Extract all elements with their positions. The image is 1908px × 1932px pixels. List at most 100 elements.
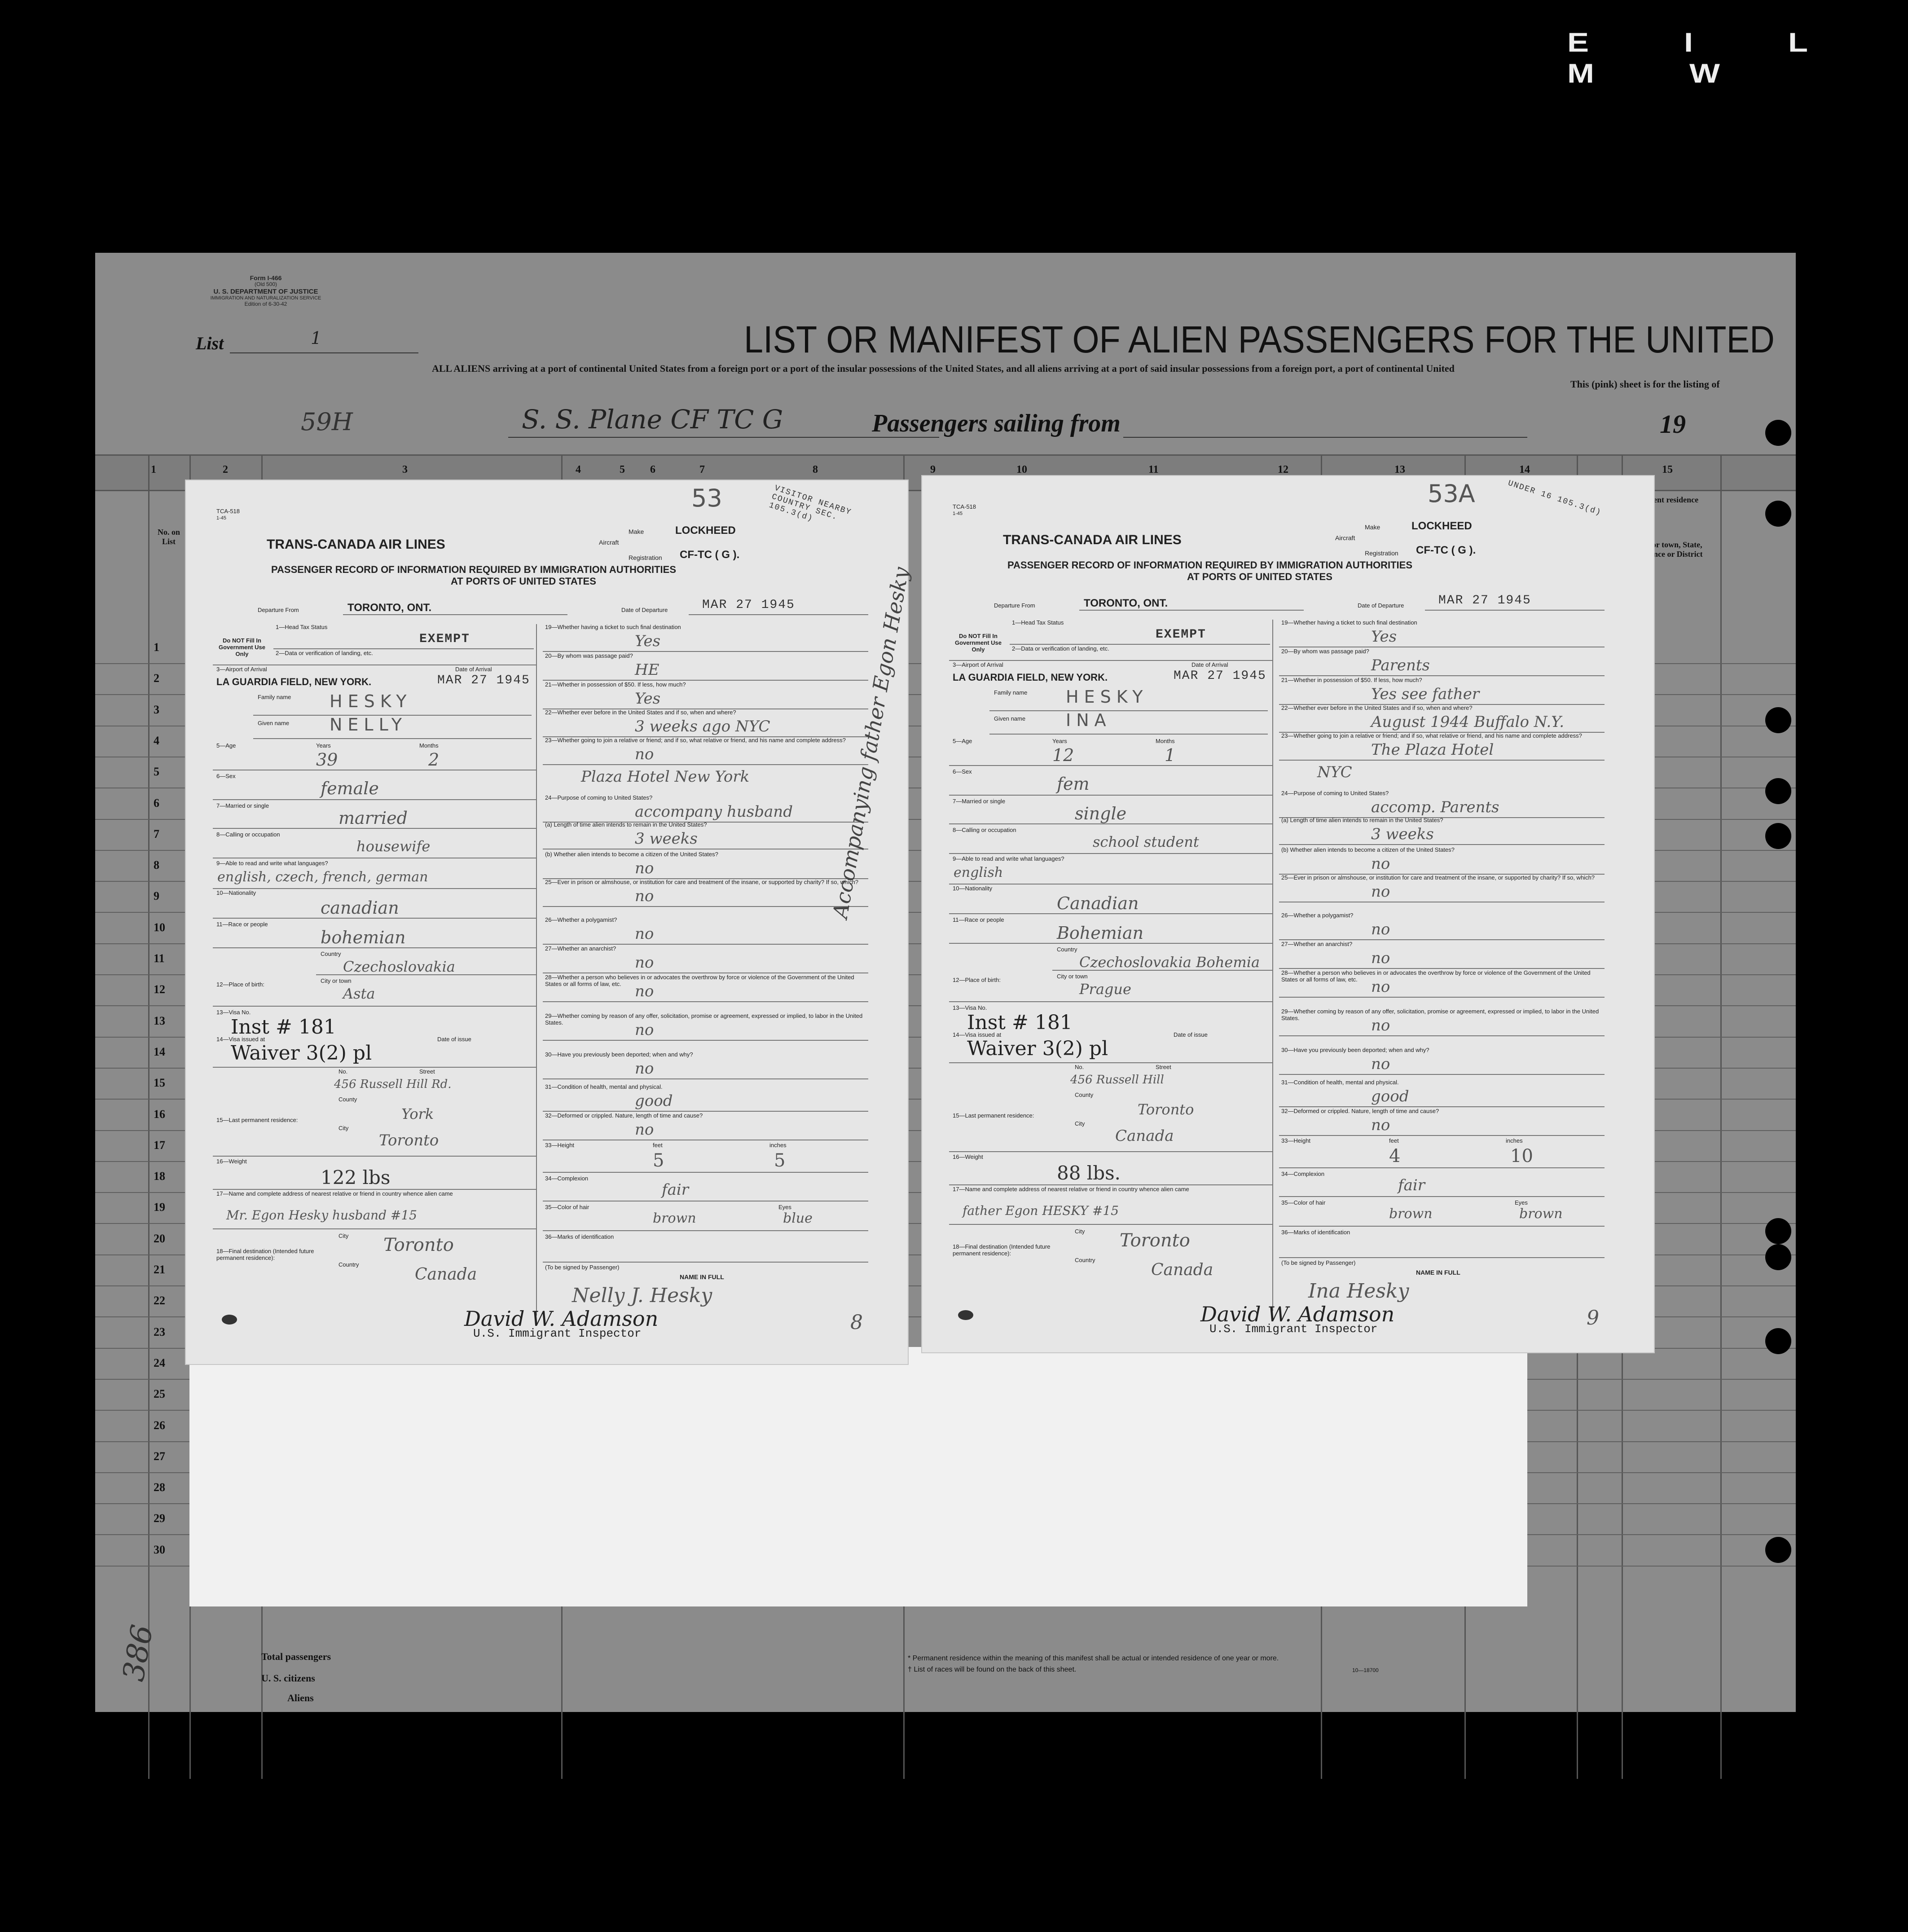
sex-label: 6—Sex (953, 768, 972, 775)
birthplace-label: 12—Place of birth: (953, 977, 1001, 983)
occupation: housewife (356, 838, 431, 855)
deformed-question: 32—Deformed or crippled. Nature, length … (1281, 1108, 1439, 1114)
relative-label: 17—Name and complete address of nearest … (216, 1190, 453, 1197)
health-question: 31—Condition of health, mental and physi… (545, 1083, 663, 1090)
punch-hole (1765, 707, 1791, 733)
length-stay-answer: 3 weeks (635, 830, 698, 848)
passenger-card-ina: TCA-518 1-45 TRANS-CANADA AIR LINES PASSENG… (828, 475, 1655, 1353)
citizen-intent-answer: no (1371, 855, 1390, 873)
ticket-answer: Yes (635, 632, 661, 650)
deformed-answer: no (635, 1121, 654, 1139)
months-label: Months (1156, 738, 1175, 744)
row-number: 24 (154, 1356, 165, 1369)
registration-label: Registration (1365, 550, 1398, 557)
row-number: 1 (154, 641, 159, 654)
row-number: 12 (154, 983, 165, 996)
eye-color: brown (1519, 1206, 1563, 1222)
sex: female (321, 779, 379, 798)
head-tax-label: 1—Head Tax Status (276, 624, 328, 630)
name-in-full-label: NAME IN FULL (680, 1273, 724, 1281)
card-form-code: TCA-518 (953, 503, 976, 510)
deported-answer: no (1371, 1055, 1390, 1073)
visa-number-label: 13—Visa No. (216, 1009, 251, 1016)
list-label: List (196, 333, 224, 353)
row-number: 4 (154, 734, 159, 747)
destination-city-label: City (1075, 1228, 1085, 1235)
overthrow-answer: no (1371, 978, 1390, 996)
destination-country: Canada (415, 1265, 477, 1284)
eye-color: blue (783, 1210, 813, 1226)
labor-answer: no (1371, 1017, 1390, 1034)
prison-question: 25—Ever in prison or almshouse, or insti… (1281, 874, 1595, 881)
row-number: 14 (154, 1045, 165, 1058)
form-identifier: Form I-466 (Old 500) U. S. DEPARTMENT OF… (203, 274, 329, 308)
residence-street: 456 Russell Hill (1070, 1073, 1164, 1087)
deformed-answer: no (1371, 1116, 1390, 1134)
feet-label: feet (1389, 1137, 1399, 1144)
family-name: HESKY (1066, 687, 1148, 707)
sex-label: 6—Sex (216, 773, 236, 779)
marital-status: single (1075, 804, 1127, 823)
aircraft-label: Aircraft (1335, 534, 1355, 541)
birth-city-label: City or town (321, 977, 352, 984)
residence-city: Toronto (379, 1131, 439, 1149)
purpose-answer: accomp. Parents (1371, 798, 1499, 816)
labor-question: 29—Whether coming by reason of any offer… (1281, 1008, 1599, 1021)
nationality-label: 10—Nationality (953, 885, 993, 892)
eyes-label: Eyes (1515, 1199, 1528, 1206)
aircraft-make: LOCKHEED (675, 524, 736, 537)
sign-label: (To be signed by Passenger) (1281, 1259, 1356, 1266)
eyes-label: Eyes (778, 1204, 791, 1210)
height-inches: 10 (1510, 1146, 1533, 1166)
paid-by-answer: Parents (1371, 656, 1430, 674)
given-name-label: Given name (258, 720, 290, 726)
height-feet: 5 (653, 1150, 664, 1171)
street-label: Street (1156, 1064, 1171, 1070)
overthrow-question: 28—Whether a person who believes in or a… (1281, 969, 1591, 983)
deformed-question: 32—Deformed or crippled. Nature, length … (545, 1112, 703, 1119)
previous-visit-answer: August 1944 Buffalo N.Y. (1371, 713, 1565, 731)
money-question: 21—Whether in possession of $50. If less… (545, 681, 686, 688)
weight-label: 16—Weight (953, 1153, 983, 1160)
column-number: 1 (151, 464, 156, 475)
nationality-label: 10—Nationality (216, 889, 256, 896)
residence-street: 456 Russell Hill Rd. (334, 1078, 452, 1091)
residence-city-label: City (1075, 1120, 1085, 1127)
county-label: County (1075, 1091, 1094, 1098)
height-inches: 5 (774, 1150, 786, 1171)
card-form-code: TCA-518 (216, 508, 240, 515)
date-of-issue-label: Date of issue (437, 1036, 471, 1043)
punch-hole (1765, 1537, 1791, 1563)
row-number: 10 (154, 920, 165, 934)
destination-city-label: City (339, 1232, 349, 1239)
citizen-intent-question: (b) Whether alien intends to become a ci… (545, 851, 718, 858)
row-number: 17 (154, 1138, 165, 1152)
record-title: PASSENGER RECORD OF INFORMATION REQUIRED… (271, 564, 677, 575)
overthrow-answer: no (635, 982, 654, 1000)
row-number: 29 (154, 1512, 165, 1525)
paid-by-question: 20—By whom was passage paid? (545, 652, 633, 659)
punch-hole (1765, 1328, 1791, 1354)
height-label: 33—Height (1281, 1137, 1311, 1144)
airport-of-arrival: LA GUARDIA FIELD, NEW YORK. (216, 676, 372, 687)
row-number: 28 (154, 1481, 165, 1494)
race-label: 11—Race or people (953, 916, 1004, 923)
date-departure-label: Date of Departure (621, 607, 668, 613)
row-number: 15 (154, 1076, 165, 1090)
overthrow-question: 28—Whether a person who believes in or a… (545, 974, 854, 987)
visa-number: Inst # 181 (967, 1011, 1073, 1034)
record-title: PASSENGER RECORD OF INFORMATION REQUIRED… (1007, 559, 1413, 571)
complexion-label: 34—Complexion (545, 1175, 589, 1182)
age-years: 39 (316, 750, 338, 770)
languages-label: 9—Able to read and write what languages? (216, 860, 328, 867)
inches-label: inches (769, 1142, 787, 1149)
inspector-title: U.S. Immigrant Inspector (1209, 1322, 1378, 1336)
manifest-subtitle-2: This (pink) sheet is for the listing of (1570, 378, 1720, 390)
race: bohemian (321, 928, 406, 947)
card-form-date: 1-45 (953, 511, 963, 516)
row-number: 19 (154, 1201, 165, 1214)
previous-visit-answer: 3 weeks ago NYC (635, 717, 770, 735)
departure-date: MAR 27 1945 (702, 598, 795, 612)
ticket-question: 19—Whether having a ticket to such final… (1281, 619, 1417, 626)
blank-overlay-sheet (189, 1347, 1527, 1606)
